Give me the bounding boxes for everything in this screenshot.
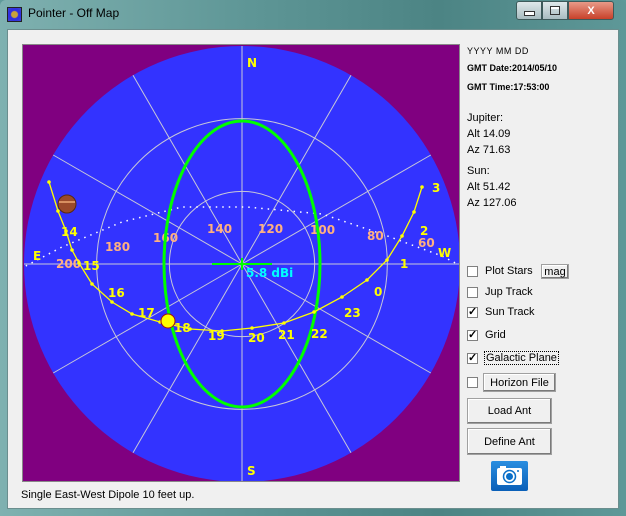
sun-track-hour-label: 22 bbox=[311, 327, 328, 341]
jup-track-checkbox-row[interactable]: Jup Track bbox=[467, 283, 533, 301]
sun-track-point bbox=[250, 326, 254, 330]
sun-track-hour-label: 2 bbox=[420, 224, 428, 238]
jup-track-label: Jup Track bbox=[485, 286, 533, 298]
galactic-longitude-label: 60 bbox=[418, 236, 435, 250]
galactic-longitude-label: 180 bbox=[105, 240, 130, 254]
sun-az: Az 127.06 bbox=[467, 197, 517, 209]
galactic-longitude-label: 140 bbox=[207, 222, 232, 236]
load-ant-button[interactable]: Load Ant bbox=[467, 398, 552, 424]
gain-label: 5.8 dBi bbox=[246, 266, 293, 280]
sun-track-point bbox=[312, 310, 316, 314]
sun-track-point bbox=[385, 258, 389, 262]
horizon-file-checkbox[interactable] bbox=[467, 376, 478, 388]
sun-track-hour-label: 20 bbox=[248, 331, 265, 345]
sun-track-point bbox=[90, 282, 94, 286]
sun-icon[interactable] bbox=[160, 313, 176, 329]
gmt-date: GMT Date:2014/05/10 bbox=[467, 63, 558, 73]
mag-button[interactable]: mag bbox=[541, 264, 569, 279]
date-format-hint: YYYY MM DD bbox=[467, 46, 529, 56]
sun-track-point bbox=[56, 209, 60, 213]
sun-track-hour-label: 21 bbox=[278, 328, 295, 342]
sky-map-canvas[interactable]: 200180160140 120 100 80 60 141516171819 20 21 2… bbox=[22, 44, 460, 482]
sun-track-point bbox=[340, 295, 344, 299]
plot-stars-checkbox[interactable] bbox=[467, 265, 478, 277]
compass-south: S bbox=[247, 464, 256, 478]
sun-track-label: Sun Track bbox=[485, 306, 535, 318]
window-title: Pointer - Off Map bbox=[28, 6, 120, 20]
compass-east: E bbox=[33, 249, 41, 263]
camera-button[interactable] bbox=[491, 461, 528, 491]
sun-track-hour-label: 19 bbox=[208, 329, 225, 343]
maximize-button[interactable] bbox=[542, 1, 568, 20]
app-icon bbox=[7, 7, 22, 22]
horizon-file-button[interactable]: Horizon File bbox=[483, 373, 556, 392]
sun-track-point bbox=[47, 180, 51, 184]
sun-track-point bbox=[70, 248, 74, 252]
jupiter-info: Jupiter: Alt 14.09 Az 71.63 bbox=[467, 110, 510, 158]
grid-checkbox-row[interactable]: Grid bbox=[467, 326, 506, 344]
close-icon: X bbox=[587, 4, 595, 17]
compass-north: N bbox=[247, 56, 257, 70]
sky-map[interactable]: 200 180 160 140 120 100 80 60 14 15 16 17 18 19 20 21 2… bbox=[22, 44, 460, 482]
sun-track-hour-label: 1 bbox=[400, 257, 408, 271]
galactic-plane-label: Galactic Plane bbox=[484, 351, 559, 365]
compass-west: W bbox=[438, 246, 451, 260]
gmt-time: GMT Time:17:53:00 bbox=[467, 82, 550, 92]
maximize-icon bbox=[550, 6, 560, 15]
title-bar[interactable]: Pointer - Off Map X bbox=[0, 0, 626, 28]
sun-track-point bbox=[400, 234, 404, 238]
galactic-longitude-label: 100 bbox=[310, 223, 335, 237]
sun-track-hour-label: 23 bbox=[344, 306, 361, 320]
galactic-plane-checkbox[interactable] bbox=[467, 351, 478, 364]
sun-track-point bbox=[77, 261, 81, 265]
sun-label: Sun: bbox=[467, 165, 490, 177]
galactic-longitude-label: 80 bbox=[367, 229, 384, 243]
sun-info: Sun: Alt 51.42 Az 127.06 bbox=[467, 163, 517, 211]
minimize-icon bbox=[523, 11, 535, 16]
sun-track-hour-label: 18 bbox=[174, 321, 191, 335]
sun-track-hour-label: 0 bbox=[374, 285, 382, 299]
define-ant-button[interactable]: Define Ant bbox=[467, 428, 552, 455]
sun-track-checkbox-row[interactable]: Sun Track bbox=[467, 303, 535, 321]
sun-track-hour-label: 3 bbox=[432, 181, 440, 195]
sun-alt: Alt 51.42 bbox=[467, 181, 511, 193]
sun-track-hour-label: 14 bbox=[61, 225, 78, 239]
sun-track-hour-label: 17 bbox=[138, 306, 155, 320]
jupiter-icon[interactable] bbox=[57, 194, 77, 214]
grid-checkbox[interactable] bbox=[467, 328, 478, 341]
sun-track-hour-label: 15 bbox=[83, 259, 100, 273]
sun-track-point bbox=[412, 210, 416, 214]
jupiter-label: Jupiter: bbox=[467, 112, 504, 124]
jup-track-checkbox[interactable] bbox=[467, 286, 478, 298]
sun-track-point bbox=[110, 300, 114, 304]
sun-track-point bbox=[365, 278, 369, 282]
sun-track-point bbox=[420, 185, 424, 189]
grid-label: Grid bbox=[485, 329, 506, 341]
sun-track-point bbox=[130, 312, 134, 316]
status-text: Single East-West Dipole 10 feet up. bbox=[21, 489, 195, 501]
jupiter-az: Az 71.63 bbox=[467, 144, 511, 156]
minimize-button[interactable] bbox=[516, 1, 542, 20]
plot-stars-checkbox-row[interactable]: Plot Stars bbox=[467, 262, 533, 280]
galactic-longitude-label: 120 bbox=[258, 222, 283, 236]
camera-icon bbox=[497, 466, 522, 485]
plot-stars-label: Plot Stars bbox=[485, 265, 533, 277]
sun-track-point bbox=[282, 321, 286, 325]
sun-track-checkbox[interactable] bbox=[467, 305, 478, 318]
jupiter-alt: Alt 14.09 bbox=[467, 128, 511, 140]
close-button[interactable]: X bbox=[568, 1, 614, 20]
sun-track-hour-label: 16 bbox=[108, 286, 125, 300]
galactic-plane-checkbox-row[interactable]: Galactic Plane bbox=[467, 349, 559, 367]
